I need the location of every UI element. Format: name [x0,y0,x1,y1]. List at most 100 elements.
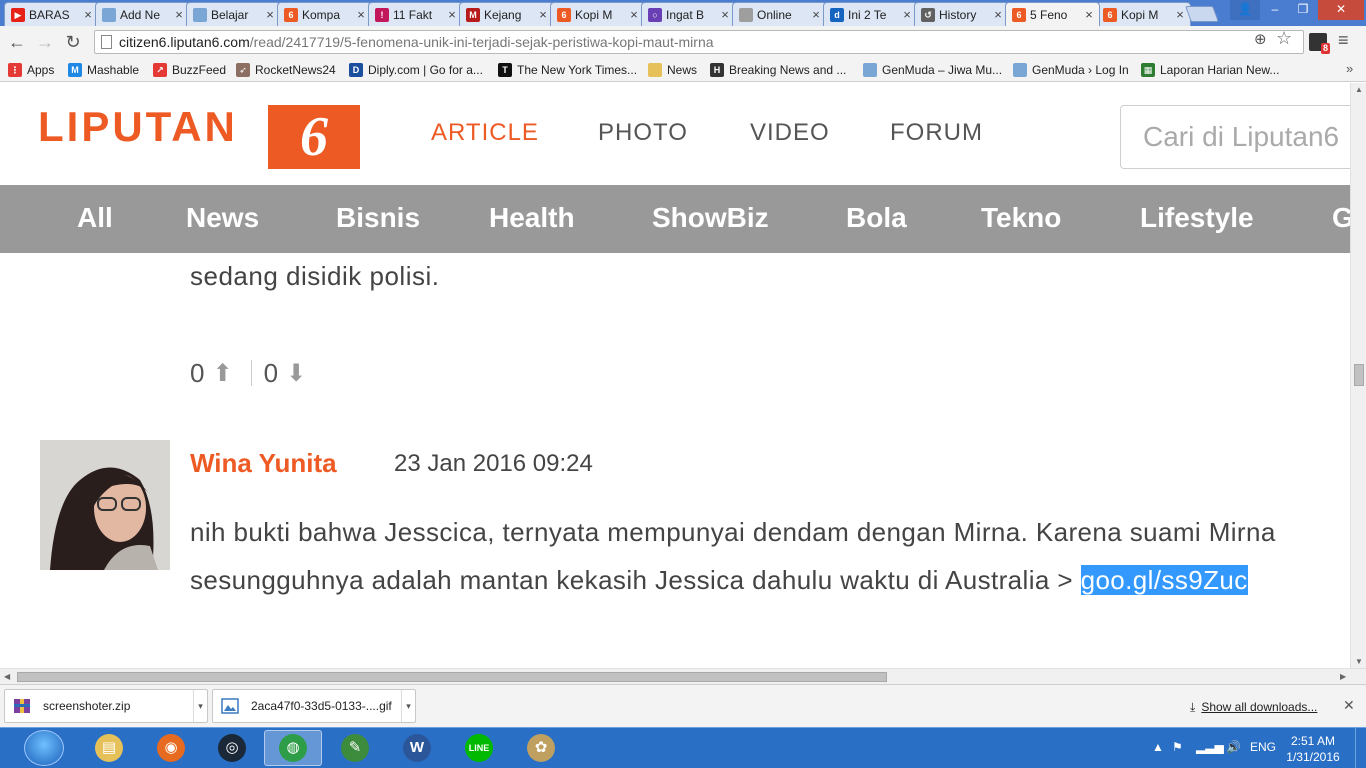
upvote-arrow-icon[interactable]: ⬆ [212,359,232,388]
commenter-avatar[interactable] [40,440,170,570]
browser-tab[interactable]: ○ Ingat B × [641,2,736,26]
scroll-up-icon[interactable]: ▲ [1355,85,1363,94]
system-clock[interactable]: 2:51 AM 1/31/2016 [1278,733,1348,765]
scroll-down-icon[interactable]: ▼ [1355,657,1363,666]
download-item[interactable]: screenshoter.zip ▾ [4,689,208,723]
browser-tab[interactable]: ↺ History × [914,2,1009,26]
maximize-button[interactable]: ❐ [1290,0,1316,20]
browser-tab[interactable]: 6 Kompa × [277,2,372,26]
close-tab-icon[interactable]: × [355,7,367,22]
forward-arrow-icon[interactable]: → [34,31,56,53]
horizontal-scroll-thumb[interactable] [17,672,887,682]
close-tab-icon[interactable]: × [628,7,640,22]
tray-expand-icon[interactable]: ▲ [1152,740,1164,754]
browser-tab[interactable]: Belajar × [186,2,281,26]
browser-tab[interactable]: Add Ne × [95,2,190,26]
close-download-bar-icon[interactable]: ✕ [1343,697,1355,714]
close-tab-icon[interactable]: × [82,7,94,22]
bookmark-item[interactable]: H Breaking News and ... [710,62,846,78]
comment-author[interactable]: Wina Yunita [190,448,337,479]
close-tab-icon[interactable]: × [173,7,185,22]
start-button[interactable] [24,730,64,766]
category-health[interactable]: Health [489,202,575,234]
bookmarks-overflow-icon[interactable]: » [1346,61,1353,76]
close-tab-icon[interactable]: × [446,7,458,22]
comment-link[interactable]: goo.gl/ss9Zuc [1080,565,1248,595]
category-news[interactable]: News [186,202,259,234]
category-bisnis[interactable]: Bisnis [336,202,420,234]
browser-tab[interactable]: ! 11 Fakt × [368,2,463,26]
main-nav-article[interactable]: ARTICLE [431,119,539,147]
download-item[interactable]: 2aca47f0-33d5-0133-....gif ▾ [212,689,416,723]
bookmark-item[interactable]: D Diply.com | Go for a... [349,62,483,78]
bookmark-item[interactable]: ▦ Laporan Harian New... [1141,62,1279,78]
browser-tab[interactable]: 6 5 Feno × [1005,2,1100,26]
bookmark-item[interactable]: T The New York Times... [498,62,637,78]
close-tab-icon[interactable]: × [992,7,1004,22]
show-desktop-button[interactable] [1355,728,1366,768]
site-logo-mark[interactable]: 6 [268,105,360,169]
category-g[interactable]: G [1332,202,1350,234]
volume-icon[interactable]: 🔊 [1226,740,1241,754]
category-lifestyle[interactable]: Lifestyle [1140,202,1254,234]
taskbar-app-explorer[interactable]: ▤ [80,730,138,766]
reload-icon[interactable]: ↻ [62,31,84,53]
minimize-button[interactable]: ‒ [1262,0,1288,20]
browser-tab[interactable]: 6 Kopi M × [1096,2,1191,26]
browser-tab[interactable]: 6 Kopi M × [550,2,645,26]
browser-tab[interactable]: ▶ BARAS × [4,2,99,26]
bookmark-item[interactable]: GenMuda › Log In [1013,62,1129,78]
close-tab-icon[interactable]: × [1083,7,1095,22]
horizontal-scrollbar[interactable]: ◀ ▶ [0,668,1366,684]
network-signal-icon[interactable]: ▂▃▅ [1196,740,1224,754]
taskbar-app-line[interactable]: LINE [450,730,508,766]
main-nav-video[interactable]: VIDEO [750,119,830,147]
site-search-input[interactable]: Cari di Liputan6 [1120,105,1360,169]
browser-tab[interactable]: Online × [732,2,827,26]
scroll-right-icon[interactable]: ▶ [1340,672,1346,681]
bookmark-star-icon[interactable]: ☆ [1276,28,1292,49]
close-window-button[interactable]: ✕ [1318,0,1364,20]
category-bola[interactable]: Bola [846,202,907,234]
category-all[interactable]: All [77,202,113,234]
category-showbiz[interactable]: ShowBiz [652,202,769,234]
close-tab-icon[interactable]: × [537,7,549,22]
downvote-arrow-icon[interactable]: ⬇ [286,359,306,388]
browser-tab[interactable]: M Kejang × [459,2,554,26]
close-tab-icon[interactable]: × [719,7,731,22]
taskbar-app-word[interactable]: W [388,730,446,766]
main-nav-forum[interactable]: FORUM [890,119,983,147]
taskbar-app-paint[interactable]: ✿ [512,730,570,766]
bookmark-item[interactable]: News [648,62,697,78]
category-tekno[interactable]: Tekno [981,202,1061,234]
bookmark-item[interactable]: ⋮ Apps [8,62,54,78]
vertical-scroll-thumb[interactable] [1354,364,1364,386]
browser-tab[interactable]: d Ini 2 Te × [823,2,918,26]
bookmark-item[interactable]: ↗ BuzzFeed [153,62,226,78]
zoom-icon[interactable]: ⊕ [1254,30,1267,48]
download-menu-arrow-icon[interactable]: ▾ [193,690,207,722]
user-profile-icon[interactable]: 👤 [1230,0,1260,20]
main-nav-photo[interactable]: PHOTO [598,119,688,147]
close-tab-icon[interactable]: × [1174,7,1186,22]
taskbar-app-firefox[interactable]: ◉ [142,730,200,766]
close-tab-icon[interactable]: × [264,7,276,22]
site-logo-text[interactable]: LIPUTAN [38,103,238,151]
show-all-downloads-link[interactable]: ⤓ Show all downloads... [1190,700,1317,715]
extension-icon[interactable]: 8 [1309,33,1330,54]
vertical-scrollbar[interactable]: ▲ ▼ [1350,83,1366,668]
close-tab-icon[interactable]: × [810,7,822,22]
close-tab-icon[interactable]: × [901,7,913,22]
address-bar[interactable]: citizen6.liputan6.com/read/2417719/5-fen… [94,30,1304,54]
scroll-left-icon[interactable]: ◀ [4,672,10,681]
new-tab-button[interactable] [1185,6,1219,22]
bookmark-item[interactable]: M Mashable [68,62,139,78]
download-menu-arrow-icon[interactable]: ▾ [401,690,415,722]
input-language[interactable]: ENG [1250,740,1276,754]
taskbar-app-chrome[interactable]: ◍ [264,730,322,766]
bookmark-item[interactable]: ➶ RocketNews24 [236,62,336,78]
bookmark-item[interactable]: GenMuda – Jiwa Mu... [863,62,1002,78]
action-center-icon[interactable]: ⚑ [1172,740,1183,754]
chrome-menu-icon[interactable]: ≡ [1338,30,1349,51]
back-arrow-icon[interactable]: ← [6,31,28,53]
